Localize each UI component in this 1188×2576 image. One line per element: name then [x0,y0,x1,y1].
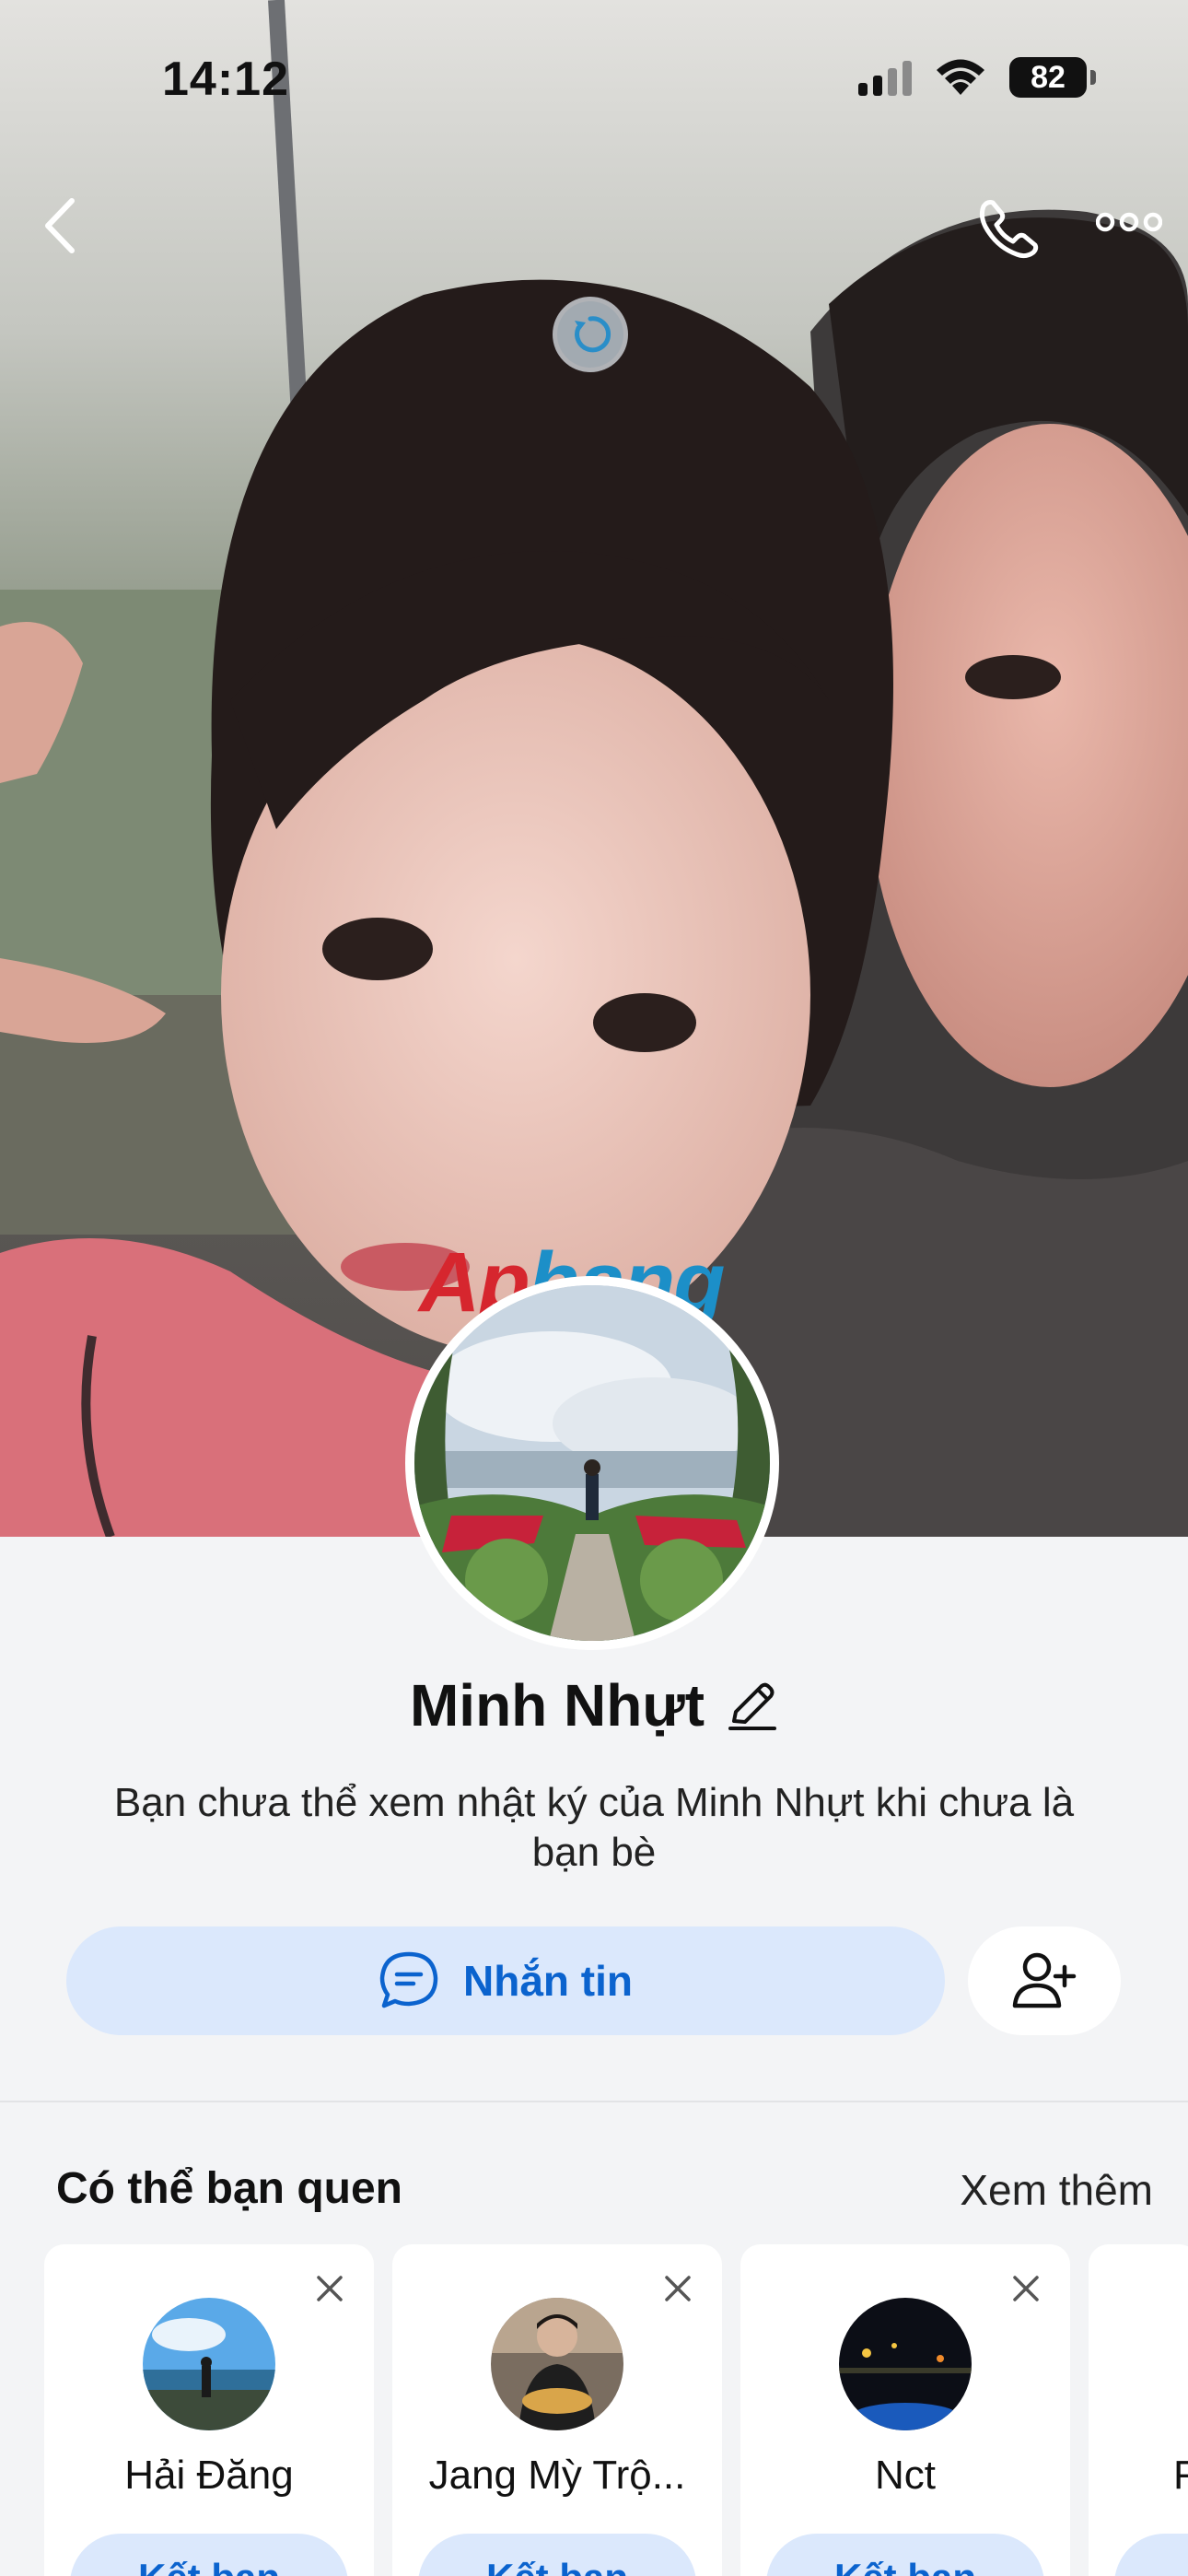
back-icon[interactable] [37,193,83,258]
status-icons: 82 [858,57,1096,98]
close-icon[interactable] [313,2272,346,2305]
suggestion-avatar [491,2298,623,2430]
profile-name: Minh Nhựt [409,1672,705,1739]
suggestions-title: Có thể bạn quen [56,2164,402,2213]
suggestions-list: Hải Đăng Kết bạn Jang Mỳ Trộ... Kết bạn [44,2244,1188,2576]
loading-icon [553,297,628,372]
suggestion-avatar [839,2298,972,2430]
battery-icon: 82 [1009,57,1096,98]
close-icon[interactable] [1009,2272,1042,2305]
add-friend-suggestion-button[interactable]: Kết bạn [766,2534,1044,2576]
avatar-image [414,1285,770,1641]
add-friend-suggestion-button[interactable]: Kết bạn [70,2534,348,2576]
suggestion-name: F [1173,2453,1188,2498]
suggestion-card[interactable]: Jang Mỳ Trộ... Kết bạn [392,2244,722,2576]
message-button[interactable]: Nhắn tin [66,1926,945,2035]
add-friend-suggestion-button[interactable] [1114,2534,1188,2576]
add-friend-icon [1012,1952,1077,2008]
wifi-icon [937,59,984,95]
chat-icon [379,1951,438,2008]
signal-icon [858,59,912,96]
profile-description: Bạn chưa thể xem nhật ký của Minh Nhựt k… [113,1780,1075,1875]
suggestion-card[interactable]: F [1089,2244,1188,2576]
avatar[interactable] [405,1276,779,1650]
edit-icon[interactable] [725,1679,778,1732]
see-more-link[interactable]: Xem thêm [960,2165,1153,2215]
suggestion-avatar [143,2298,275,2430]
message-button-label: Nhắn tin [463,1957,633,2005]
add-friend-button[interactable] [968,1926,1121,2035]
suggestion-card[interactable]: Nct Kết bạn [740,2244,1070,2576]
suggestion-name: Jang Mỳ Trộ... [428,2453,686,2498]
profile-page: 14:12 82 Ap Minh Nhựt Bạn chưa thể xem n… [0,0,1188,2576]
close-icon[interactable] [661,2272,694,2305]
suggestion-name: Nct [875,2453,936,2498]
phone-icon[interactable] [976,195,1041,260]
status-time: 14:12 [162,53,289,106]
profile-name-row: Minh Nhựt [0,1671,1188,1739]
suggestion-card[interactable]: Hải Đăng Kết bạn [44,2244,374,2576]
add-friend-suggestion-button[interactable]: Kết bạn [418,2534,696,2576]
more-icon[interactable] [1096,208,1162,236]
suggestion-name: Hải Đăng [124,2453,294,2498]
